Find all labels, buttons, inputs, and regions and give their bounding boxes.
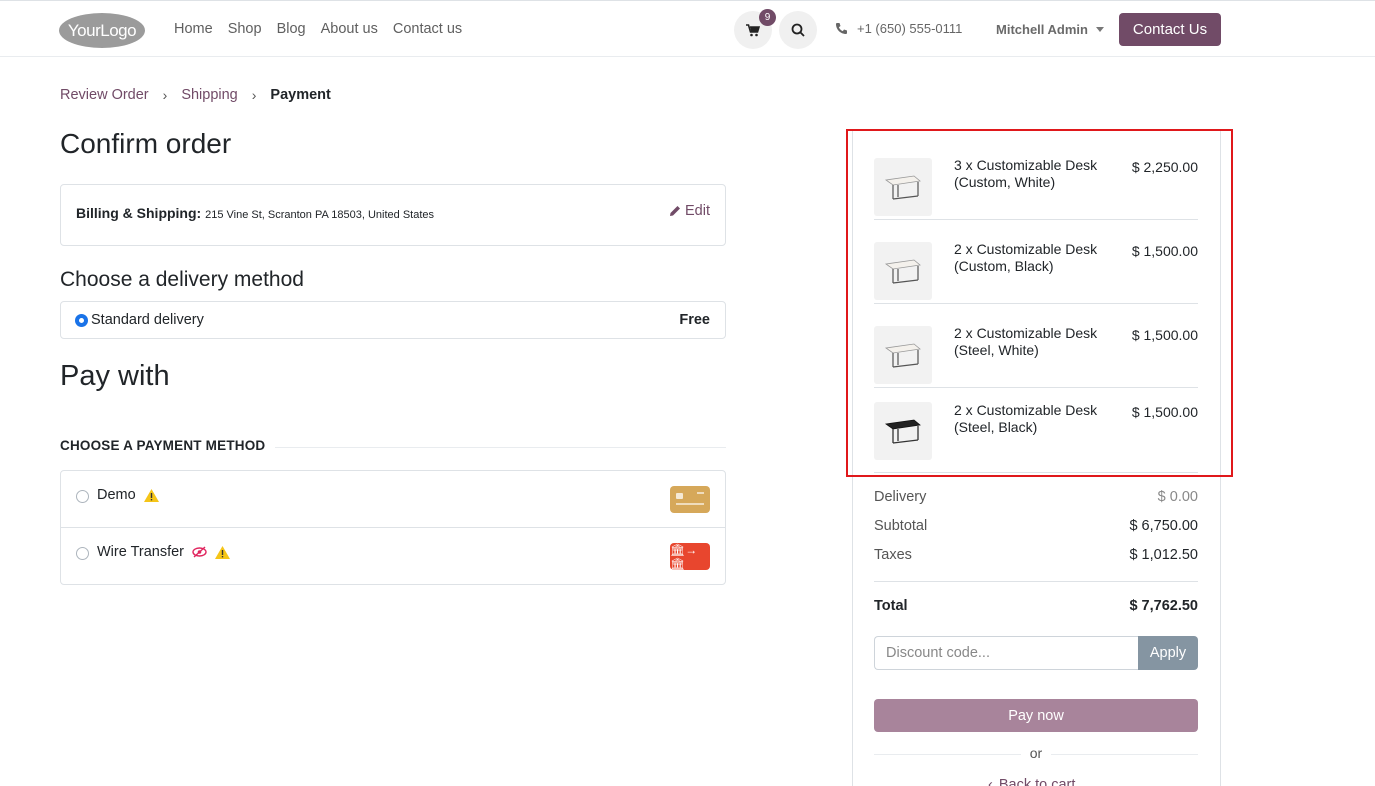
apply-discount-button[interactable]: Apply (1138, 636, 1198, 670)
discount-form: Discount code... Apply (874, 636, 1198, 670)
search-button[interactable] (779, 11, 817, 49)
user-name: Mitchell Admin (996, 22, 1088, 37)
payment-radio-demo[interactable] (76, 490, 89, 503)
caret-down-icon (1095, 27, 1104, 32)
divider (275, 447, 726, 448)
payment-method-label: Demo (97, 487, 136, 503)
subtotal-row: Subtotal $ 6,750.00 (874, 518, 1198, 534)
delivery-radio[interactable] (76, 314, 87, 326)
highlight-box (846, 129, 1233, 477)
delivery-label: Delivery (874, 489, 927, 505)
contact-us-button[interactable]: Contact Us (1119, 13, 1221, 46)
edit-address-button[interactable]: Edit (669, 203, 710, 219)
card-logo-icon (670, 486, 710, 513)
delivery-value: $ 0.00 (1157, 489, 1198, 505)
delivery-option-label: Standard delivery (91, 312, 204, 328)
total-value: $ 7,762.50 (1129, 598, 1198, 614)
warning-icon (143, 488, 159, 502)
delivery-option-standard[interactable]: Standard delivery Free (60, 301, 726, 339)
payment-method-wire-transfer[interactable]: Wire Transfer 🏛→🏛 (61, 528, 725, 585)
pay-now-button[interactable]: Pay now (874, 699, 1198, 732)
delivery-option-price: Free (679, 312, 710, 328)
discount-code-input[interactable]: Discount code... (874, 636, 1138, 670)
back-to-cart-label: Back to cart (998, 777, 1076, 786)
edit-label: Edit (685, 203, 710, 219)
subtotal-value: $ 6,750.00 (1129, 518, 1198, 534)
nav-blog[interactable]: Blog (277, 21, 306, 37)
user-menu[interactable]: Mitchell Admin (996, 22, 1104, 37)
main-nav: Home Shop Blog About us Contact us (174, 21, 462, 37)
chevron-right-icon: › (162, 87, 168, 103)
warning-icon (215, 545, 231, 559)
nav-shop[interactable]: Shop (228, 21, 262, 37)
total-row: Total $ 7,762.50 (874, 598, 1198, 614)
billing-shipping-card: Billing & Shipping: 215 Vine St, Scranto… (60, 184, 726, 246)
chevron-right-icon: › (251, 87, 257, 103)
subtotal-label: Subtotal (874, 518, 928, 534)
pay-with-heading: Pay with (60, 360, 170, 392)
site-logo[interactable]: YourLogo (59, 13, 145, 48)
logo-text: YourLogo (67, 20, 137, 40)
breadcrumb-payment: Payment (270, 87, 331, 103)
or-separator: or (1021, 745, 1051, 761)
chevron-left-icon: ‹ (988, 777, 993, 786)
payment-method-demo[interactable]: Demo (61, 471, 725, 528)
pencil-icon (670, 206, 680, 216)
checkout-breadcrumb: Review Order › Shipping › Payment (60, 87, 331, 103)
billing-address: 215 Vine St, Scranton PA 18503, United S… (205, 209, 435, 221)
total-label: Total (874, 598, 908, 614)
phone-number: +1 (650) 555-0111 (857, 21, 963, 36)
taxes-row: Taxes $ 1,012.50 (874, 547, 1198, 563)
nav-about[interactable]: About us (321, 21, 378, 37)
nav-home[interactable]: Home (174, 21, 213, 37)
eye-slash-icon (192, 546, 207, 558)
breadcrumb-shipping[interactable]: Shipping (181, 87, 237, 103)
payment-methods-list: Demo Wire Transfer 🏛→🏛 (60, 470, 726, 585)
phone-icon (836, 23, 847, 34)
delivery-total-row: Delivery $ 0.00 (874, 489, 1198, 505)
payment-method-label: Wire Transfer (97, 544, 185, 560)
cart-count-badge: 9 (759, 9, 776, 26)
payment-radio-wire-transfer[interactable] (76, 547, 89, 560)
payment-method-heading: CHOOSE A PAYMENT METHOD (60, 438, 266, 453)
divider (874, 581, 1198, 582)
search-icon (791, 23, 805, 37)
nav-contact[interactable]: Contact us (393, 21, 462, 37)
site-header: YourLogo Home Shop Blog About us Contact… (0, 4, 1375, 57)
billing-label: Billing & Shipping: (76, 205, 202, 221)
taxes-label: Taxes (874, 547, 912, 563)
back-to-cart-link[interactable]: ‹ Back to cart (988, 777, 1075, 786)
bank-transfer-icon: 🏛→🏛 (670, 543, 710, 571)
taxes-value: $ 1,012.50 (1129, 547, 1198, 563)
phone-link[interactable]: +1 (650) 555-0111 (835, 21, 962, 36)
page-title: Confirm order (60, 128, 232, 159)
delivery-heading: Choose a delivery method (60, 268, 304, 291)
breadcrumb-review-order[interactable]: Review Order (60, 87, 149, 103)
cart-icon (746, 23, 760, 36)
